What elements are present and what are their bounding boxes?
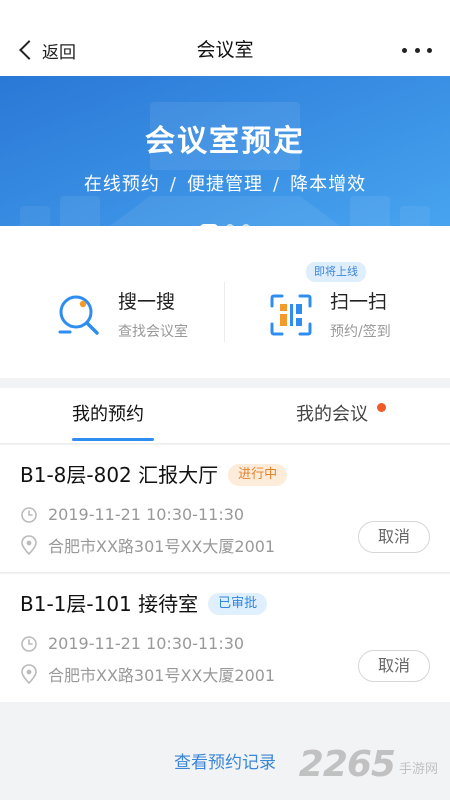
scan-action[interactable]: 扫一扫 预约/签到 [268,280,391,350]
booking-time-row: 2019-11-21 10:30-11:30 [20,634,244,653]
quick-actions: 搜一搜 查找会议室 即将上线 扫一扫 预约/签到 [0,226,450,378]
watermark-sub: 手游网 [398,762,438,777]
banner-subtitle-item: 在线预约 [83,174,160,195]
clock-icon [21,635,37,652]
tab-my-bookings[interactable]: 我的预约 [72,402,144,428]
banner-subtitle-item: 降本增效 [290,174,367,195]
coming-soon-badge: 即将上线 [306,262,366,282]
location-pin-icon [21,664,37,684]
booking-address-row: 合肥市XX路301号XX大厦2001 [20,662,275,686]
search-icon [58,295,99,335]
room-name: B1-1层-101 接待室 [20,592,199,616]
notification-dot [377,403,386,412]
cancel-button[interactable]: 取消 [358,521,430,553]
page-title: 会议室 [196,39,254,61]
cancel-button[interactable]: 取消 [358,650,430,682]
search-room-action[interactable]: 搜一搜 查找会议室 [56,280,188,350]
banner-subtitle: 在线预约 / 便捷管理 / 降本增效 [0,170,450,196]
booking-time: 2019-11-21 10:30-11:30 [48,505,245,524]
booking-time-row: 2019-11-21 10:30-11:30 [20,505,244,524]
watermark: 2265 手游网 [299,744,438,785]
scan-action-title: 扫一扫 [330,291,388,313]
booking-time: 2019-11-21 10:30-11:30 [48,634,245,653]
watermark-number: 2265 [298,744,396,785]
status-badge: 进行中 [228,464,288,486]
tab-bar: 我的预约 我的会议 [0,388,450,444]
location-pin-icon [21,535,37,555]
divider [224,282,225,342]
booking-card[interactable]: B1-1层-101 接待室 已审批 2019-11-21 10:30-11:30… [0,574,450,702]
booking-address: 合肥市XX路301号XX大厦2001 [48,666,276,685]
booking-address-row: 合肥市XX路301号XX大厦2001 [20,533,275,557]
meeting-room-page: 返回 会议室 会议室预定 在线预约 / 便捷管理 / 降本增效 搜一搜 查找会议… [0,0,450,800]
banner-separator: / [169,174,177,195]
booking-title: B1-8层-802 汇报大厅 进行中 [20,461,288,489]
clock-icon [21,506,37,523]
scan-action-desc: 预约/签到 [330,324,391,340]
booking-card[interactable]: B1-8层-802 汇报大厅 进行中 2019-11-21 10:30-11:3… [0,445,450,573]
scan-qr-icon [270,294,312,336]
room-name: B1-8层-802 汇报大厅 [20,463,219,487]
banner-title: 会议室预定 [145,124,305,159]
search-action-title: 搜一搜 [118,291,176,313]
navbar: 返回 会议室 [0,0,450,76]
banner-subtitle-item: 便捷管理 [187,174,263,195]
status-badge: 已审批 [208,593,268,615]
search-action-desc: 查找会议室 [118,324,188,340]
tab-my-meetings[interactable]: 我的会议 [296,402,368,428]
banner-separator: / [273,174,281,195]
more-horizontal-icon[interactable] [402,44,432,56]
booking-title: B1-1层-101 接待室 已审批 [20,590,268,618]
active-tab-indicator [72,438,154,441]
booking-address: 合肥市XX路301号XX大厦2001 [48,537,276,556]
